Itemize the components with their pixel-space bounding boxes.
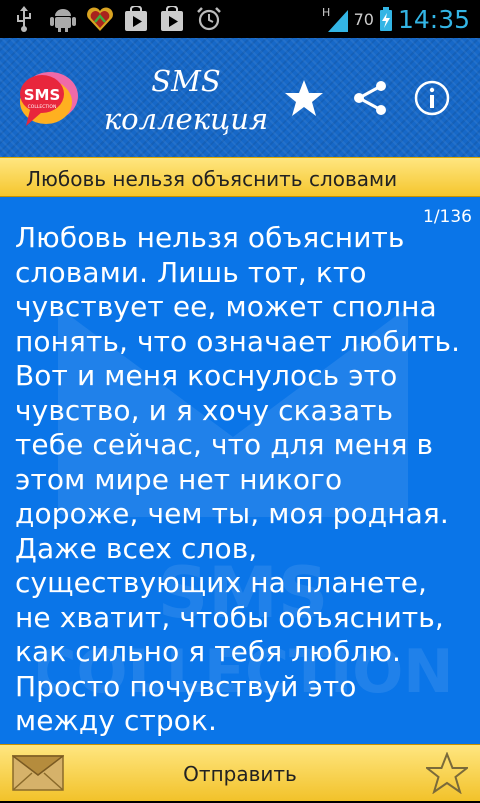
star-outline-icon[interactable]	[426, 752, 468, 794]
android-debug-icon	[50, 9, 76, 32]
favorite-button[interactable]	[280, 74, 328, 122]
clock: 14:35	[397, 4, 470, 34]
play-store-icon	[125, 6, 147, 31]
send-button[interactable]: Отправить	[0, 745, 480, 803]
play-store-icon	[161, 6, 183, 31]
battery-percent: 70	[353, 9, 374, 29]
category-title: Любовь нельзя объяснить словами	[0, 157, 480, 197]
app-title: SMS коллекция	[96, 62, 276, 138]
info-button[interactable]	[408, 74, 456, 122]
heart-app-icon	[87, 7, 113, 32]
alarm-icon	[197, 7, 221, 31]
svg-text:COLLECTION: COLLECTION	[28, 104, 57, 110]
bottom-bar: Отправить	[0, 744, 480, 801]
app-title-line2: коллекция	[103, 102, 269, 136]
message-text[interactable]: Любовь нельзя объяснить словами. Лишь то…	[15, 221, 465, 739]
status-right: H 70 14:35	[322, 0, 470, 38]
share-icon	[354, 81, 386, 115]
usb-icon	[17, 6, 31, 32]
svg-text:H: H	[322, 6, 330, 19]
signal-h-icon: H	[322, 6, 348, 32]
sms-collection-logo[interactable]: SMS COLLECTION	[16, 66, 80, 134]
battery-charging-icon	[379, 7, 392, 31]
app-header: SMS COLLECTION SMS коллекция	[0, 38, 480, 157]
svg-text:SMS: SMS	[24, 86, 61, 104]
message-panel: SMS COLLECTION 1/136 Любовь нельзя объяс…	[0, 197, 480, 744]
share-button[interactable]	[346, 74, 394, 122]
info-icon	[414, 80, 450, 116]
star-icon	[285, 80, 323, 116]
app-title-line1: SMS	[151, 64, 221, 98]
status-bar: H 70 14:35	[0, 0, 480, 38]
